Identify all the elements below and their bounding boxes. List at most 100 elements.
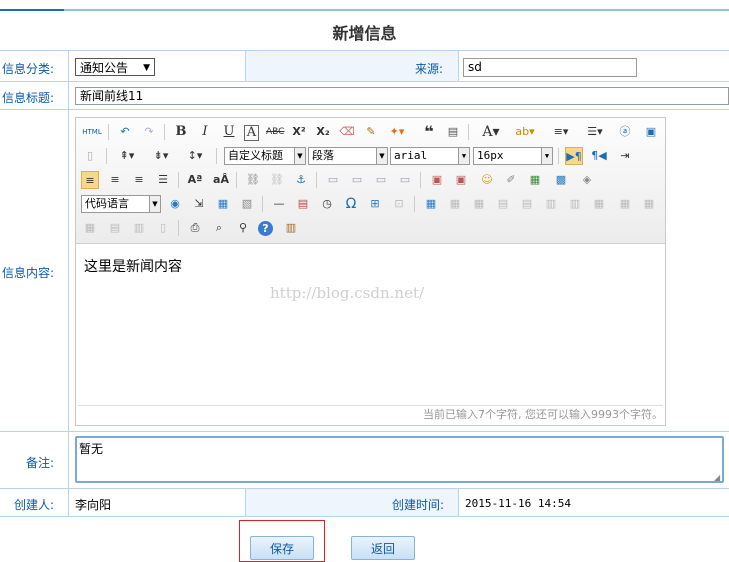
back-button[interactable]: 返回 [351, 536, 415, 560]
split-to-cells-icon[interactable]: ▦ [81, 219, 99, 237]
toolbar-separator [164, 124, 165, 140]
ordered-list-icon[interactable]: ≡▾ [548, 123, 574, 141]
lowercase-icon[interactable]: aÂ [212, 171, 230, 189]
attachment-icon[interactable]: ▩ [552, 171, 570, 189]
link-icon[interactable]: ⛓ [244, 171, 262, 189]
title-input[interactable]: 新闻前线11 [75, 87, 729, 105]
page-break-icon[interactable]: ⇲ [190, 195, 208, 213]
indent-icon[interactable]: ⇥ [616, 147, 634, 165]
resize-handle-icon[interactable]: ◢ [714, 473, 720, 482]
web-page-icon[interactable]: ◉ [166, 195, 184, 213]
image-center-icon[interactable]: ▭ [396, 171, 414, 189]
superscript-icon[interactable]: X² [290, 123, 308, 141]
split-to-cols-icon[interactable]: ▥ [130, 219, 148, 237]
category-select[interactable]: 通知公告 ▼ [75, 58, 155, 76]
merge-right-icon[interactable]: ▦ [616, 195, 634, 213]
font-border-icon[interactable]: A [244, 125, 259, 141]
clear-document-icon[interactable]: ▯ [81, 147, 99, 165]
rtl-direction-icon[interactable]: ¶◀ [590, 147, 608, 165]
insert-video-icon[interactable]: ▦ [526, 171, 544, 189]
split-to-rows-icon[interactable]: ▤ [106, 219, 124, 237]
underline-icon[interactable]: U [220, 123, 238, 141]
template-icon[interactable]: ▦ [214, 195, 232, 213]
unordered-list-icon[interactable]: ☰▾ [582, 123, 608, 141]
align-right-icon[interactable]: ≡ [130, 171, 148, 189]
wordcount-icon[interactable]: ⊡ [390, 195, 408, 213]
emotion-icon[interactable]: ☺ [478, 171, 496, 189]
remark-textarea[interactable]: 暂无 [75, 436, 724, 483]
paragraph-select[interactable]: 段落 ▼ [308, 147, 388, 165]
insert-row-icon[interactable]: ▤ [494, 195, 512, 213]
insert-column-icon[interactable]: ▥ [542, 195, 560, 213]
code-language-select[interactable]: 代码语言 ▼ [81, 195, 161, 213]
auto-format-icon[interactable]: ✦▾ [388, 123, 406, 141]
special-chars-icon[interactable]: Ω [342, 195, 360, 213]
anchor-text-icon[interactable]: ⓐ [616, 123, 634, 141]
toolbar-separator [106, 148, 107, 164]
toolbar-separator [558, 148, 559, 164]
image-right-icon[interactable]: ▭ [372, 171, 390, 189]
column-divider [68, 50, 69, 516]
preview-icon[interactable]: ⌕ [210, 219, 228, 237]
delete-column-icon[interactable]: ▥ [566, 195, 584, 213]
drafts-icon[interactable]: ▥ [282, 219, 300, 237]
uppercase-icon[interactable]: Aª [186, 171, 204, 189]
row-divider [0, 81, 729, 82]
line-height-icon[interactable]: ↕▾ [182, 147, 208, 165]
delete-table-icon[interactable]: ▦ [446, 195, 464, 213]
merge-down-icon[interactable]: ▦ [640, 195, 658, 213]
horizontal-rule-icon[interactable]: — [270, 195, 288, 213]
code-language-value: 代码语言 [85, 197, 129, 210]
insert-paragraph-before-table-icon[interactable]: ▦ [470, 195, 488, 213]
redo-icon[interactable]: ↷ [140, 123, 158, 141]
time-icon[interactable]: ◷ [318, 195, 336, 213]
chart-icon[interactable]: ▯ [154, 219, 172, 237]
strikethrough-icon[interactable]: ABC [266, 123, 284, 141]
image-none-icon[interactable]: ▭ [324, 171, 342, 189]
italic-icon[interactable]: I [196, 123, 214, 141]
row-spacing-bottom-icon[interactable]: ⇟▾ [148, 147, 174, 165]
help-icon[interactable]: ? [258, 221, 273, 236]
rich-text-editor[interactable]: HTML ↶ ↷ B I U A ABC X² X₂ ⌫ ✎ ✦▾ ❝ ▤ A▾… [75, 117, 666, 426]
paste-plain-icon[interactable]: ▤ [444, 123, 462, 141]
ltr-direction-icon[interactable]: ▶¶ [565, 147, 583, 165]
word-image-icon[interactable]: ⊞ [366, 195, 384, 213]
align-left-icon[interactable]: ≡ [81, 171, 99, 189]
simple-upload-icon[interactable]: ▣ [428, 171, 446, 189]
insert-table-icon[interactable]: ▦ [422, 195, 440, 213]
search-replace-icon[interactable]: ⚲ [234, 219, 252, 237]
category-select-value: 通知公告 [80, 61, 129, 75]
editor-status-bar: 当前已输入7个字符, 您还可以输入9993个字符。 [78, 405, 663, 424]
html-source-button[interactable]: HTML [81, 123, 103, 141]
source-input[interactable]: sd [463, 58, 637, 77]
align-center-icon[interactable]: ≡ [106, 171, 124, 189]
font-color-icon[interactable]: A▾ [478, 123, 504, 141]
eraser-icon[interactable]: ⌫ [338, 123, 356, 141]
scrawl-icon[interactable]: ✐ [502, 171, 520, 189]
align-justify-icon[interactable]: ☰ [154, 171, 172, 189]
fullscreen-icon[interactable]: ▣ [642, 123, 660, 141]
undo-icon[interactable]: ↶ [116, 123, 134, 141]
insert-image-icon[interactable]: ▣ [452, 171, 470, 189]
row-divider [0, 431, 729, 432]
anchor-icon[interactable]: ⚓ [292, 171, 310, 189]
unlink-icon[interactable]: ⛓ [268, 171, 286, 189]
image-left-icon[interactable]: ▭ [348, 171, 366, 189]
save-button[interactable]: 保存 [250, 536, 314, 560]
font-size-select[interactable]: 16px ▼ [473, 147, 553, 165]
background-icon[interactable]: ▧ [238, 195, 256, 213]
blockquote-icon[interactable]: ❝ [420, 123, 438, 141]
custom-title-select[interactable]: 自定义标题 ▼ [224, 147, 306, 165]
background-color-icon[interactable]: ab▾ [512, 123, 538, 141]
map-icon[interactable]: ◈ [578, 171, 596, 189]
date-icon[interactable]: ▤ [294, 195, 312, 213]
editor-content[interactable]: 这里是新闻内容 [84, 256, 182, 276]
merge-cells-icon[interactable]: ▦ [590, 195, 608, 213]
row-spacing-top-icon[interactable]: ⇞▾ [114, 147, 140, 165]
format-brush-icon[interactable]: ✎ [362, 123, 380, 141]
bold-icon[interactable]: B [172, 123, 190, 141]
delete-row-icon[interactable]: ▤ [518, 195, 536, 213]
subscript-icon[interactable]: X₂ [314, 123, 332, 141]
font-family-select[interactable]: arial ▼ [390, 147, 470, 165]
print-icon[interactable]: ⎙ [186, 219, 204, 237]
